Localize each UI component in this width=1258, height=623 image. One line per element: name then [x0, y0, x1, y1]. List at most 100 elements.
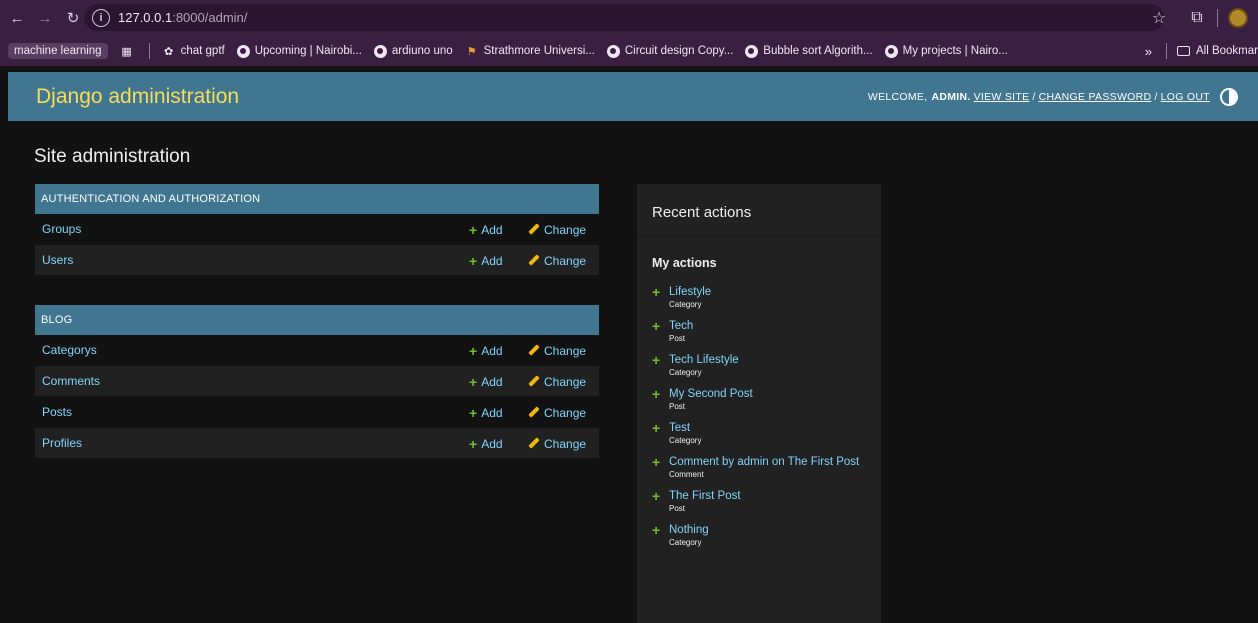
plus-icon: + — [469, 252, 478, 269]
username: admin. — [931, 90, 971, 103]
user-tools: Welcome, admin. View site / Change passw… — [868, 72, 1238, 121]
add-label: Add — [481, 343, 503, 358]
forward-arrow-icon[interactable]: → — [34, 7, 56, 29]
view-site-link[interactable]: View site — [974, 91, 1030, 103]
model-link-profiles[interactable]: Profiles — [42, 436, 82, 450]
add-button[interactable]: + Add — [469, 245, 503, 276]
bookmark-label: Strathmore Universi... — [483, 45, 595, 57]
recent-actions-panel: Recent actions My actions + Lifestyle Cate… — [637, 184, 881, 623]
separator: / — [1154, 90, 1158, 103]
separator: / — [1032, 90, 1036, 103]
action-content-type: Category — [669, 436, 702, 445]
action-link[interactable]: Comment by admin on The First Post — [669, 455, 872, 469]
profile-avatar[interactable] — [1228, 8, 1248, 28]
action-item: + Tech Lifestyle Category — [652, 352, 872, 378]
action-content-type: Comment — [669, 470, 704, 479]
add-button[interactable]: + Add — [469, 366, 503, 397]
all-bookmarks-button[interactable]: All Bookmar — [1177, 45, 1258, 57]
bookmark-ardiuno-uno[interactable]: ardiuno uno — [373, 44, 453, 58]
bookmark-chat-gptf[interactable]: ✿ chat gptf — [162, 44, 225, 58]
add-button[interactable]: + Add — [469, 214, 503, 245]
pencil-icon — [528, 345, 539, 356]
addition-icon: + — [652, 352, 661, 368]
change-label: Change — [544, 436, 587, 451]
change-button[interactable]: Change — [528, 397, 586, 428]
url-path: :8000/admin/ — [172, 10, 248, 25]
action-link[interactable]: Tech Lifestyle — [669, 353, 872, 367]
bookmark-strathmore[interactable]: ⚑ Strathmore Universi... — [465, 44, 595, 58]
action-link[interactable]: My Second Post — [669, 387, 872, 401]
page-title: Site administration — [34, 146, 191, 167]
bookmark-label: My projects | Nairo... — [902, 45, 1008, 57]
change-button[interactable]: Change — [528, 214, 586, 245]
change-button[interactable]: Change — [528, 245, 586, 276]
back-arrow-icon[interactable]: ← — [6, 7, 28, 29]
bookmark-bubble-sort[interactable]: Bubble sort Algorith... — [745, 44, 873, 58]
extensions-icon[interactable]: ⧉ — [1183, 4, 1211, 32]
main-content: Site administration Authentication and A… — [8, 121, 1258, 623]
reload-icon[interactable]: ↻ — [62, 7, 84, 29]
recent-actions-title: Recent actions — [652, 204, 752, 221]
url-host: 127.0.0.1 — [118, 10, 173, 25]
action-content-type: Category — [669, 538, 702, 547]
add-button[interactable]: + Add — [469, 397, 503, 428]
add-label: Add — [481, 222, 503, 237]
app-module-blog: Blog Categorys + Add Change Comments + Add… — [35, 305, 599, 459]
apps-grid-icon[interactable]: ▦ — [120, 44, 139, 58]
change-password-link[interactable]: Change password — [1039, 91, 1152, 103]
bookmarks-divider — [148, 43, 150, 59]
action-link[interactable]: Tech — [669, 319, 872, 333]
model-link-groups[interactable]: Groups — [42, 222, 81, 236]
change-button[interactable]: Change — [528, 428, 586, 459]
action-item: + My Second Post Post — [652, 386, 872, 412]
add-label: Add — [481, 405, 503, 420]
admin-header: Django administration Welcome, admin. Vi… — [8, 72, 1258, 121]
change-button[interactable]: Change — [528, 335, 586, 366]
model-link-posts[interactable]: Posts — [42, 405, 72, 419]
bookmark-upcoming-nairobi[interactable]: Upcoming | Nairobi... — [236, 44, 362, 58]
bookmark-label: Bubble sort Algorith... — [763, 45, 873, 57]
plus-icon: + — [469, 342, 478, 359]
add-label: Add — [481, 374, 503, 389]
plus-icon: + — [469, 404, 478, 421]
action-link[interactable]: Lifestyle — [669, 285, 872, 299]
site-info-icon[interactable]: i — [92, 8, 110, 27]
action-content-type: Post — [669, 334, 686, 343]
theme-toggle-icon[interactable] — [1220, 87, 1238, 106]
add-button[interactable]: + Add — [469, 428, 503, 459]
action-link[interactable]: Nothing — [669, 523, 872, 537]
app-caption[interactable]: Blog — [35, 305, 599, 335]
addition-icon: + — [652, 488, 661, 504]
plus-icon: + — [469, 373, 478, 390]
app-caption[interactable]: Authentication and Authorization — [35, 184, 599, 214]
app-caption-label: Authentication and Authorization — [41, 193, 261, 205]
change-button[interactable]: Change — [528, 366, 586, 397]
bookmark-star-icon[interactable]: ☆ — [1145, 4, 1173, 32]
divider — [637, 236, 881, 237]
action-link[interactable]: Test — [669, 421, 872, 435]
add-button[interactable]: + Add — [469, 335, 503, 366]
pencil-icon — [528, 438, 539, 449]
bookmark-label: Upcoming | Nairobi... — [254, 45, 362, 57]
model-row-comments: Comments + Add Change — [35, 366, 599, 397]
model-link-comments[interactable]: Comments — [42, 374, 100, 388]
bookmark-my-projects[interactable]: My projects | Nairo... — [884, 44, 1008, 58]
plus-icon: + — [469, 435, 478, 452]
action-link[interactable]: The First Post — [669, 489, 872, 503]
model-link-categorys[interactable]: Categorys — [42, 343, 97, 357]
bookmark-machine-learning[interactable]: machine learning — [8, 43, 108, 59]
log-out-link[interactable]: Log out — [1161, 91, 1210, 103]
address-bar[interactable]: i 127.0.0.1:8000/admin/ — [84, 4, 1164, 31]
model-row-posts: Posts + Add Change — [35, 397, 599, 428]
model-link-users[interactable]: Users — [42, 253, 73, 267]
action-item: + The First Post Post — [652, 488, 872, 514]
pencil-icon — [528, 255, 539, 266]
action-content-type: Category — [669, 368, 702, 377]
site-brand[interactable]: Django administration — [36, 85, 239, 109]
change-label: Change — [544, 405, 587, 420]
action-item: + Test Category — [652, 420, 872, 446]
bookmark-circuit-design[interactable]: Circuit design Copy... — [606, 44, 733, 58]
add-label: Add — [481, 253, 503, 268]
window-edge — [0, 66, 8, 623]
more-bookmarks-chevron-icon[interactable]: » — [1145, 44, 1152, 59]
